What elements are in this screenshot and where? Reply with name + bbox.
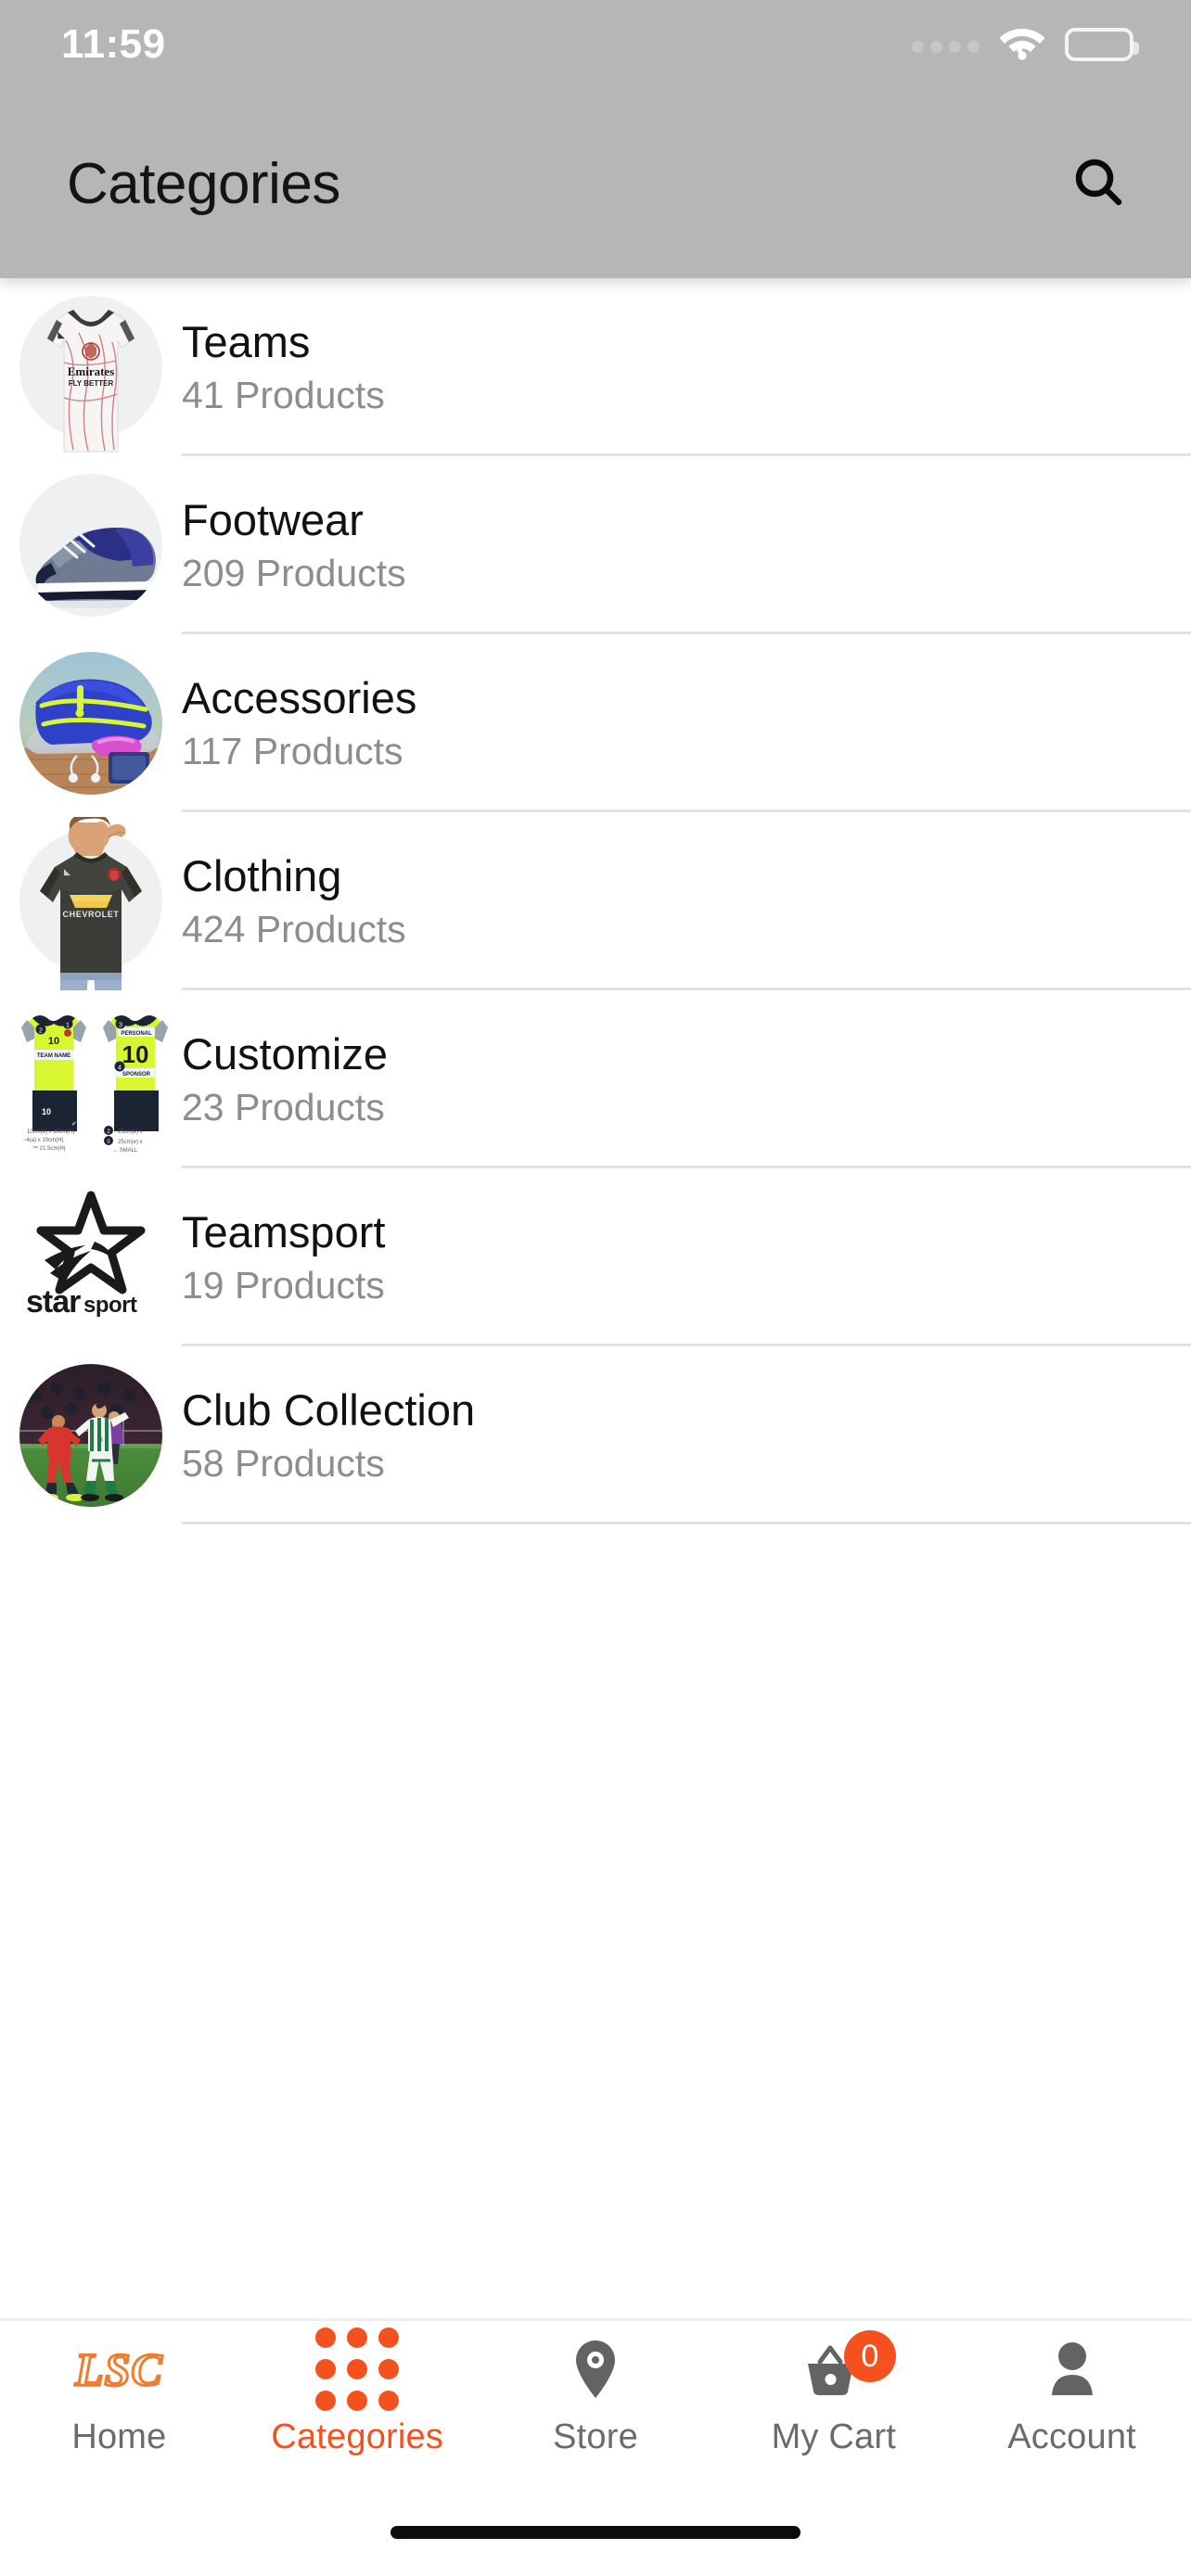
svg-text:◣: ◣ <box>58 330 66 339</box>
status-bar-clock: 11:59 <box>61 21 166 67</box>
category-product-count: 23 Products <box>182 1086 385 1129</box>
svg-text:8: 8 <box>99 1437 103 1444</box>
category-thumbnail <box>0 634 182 812</box>
tab-home[interactable]: LSC Home <box>0 2334 238 2484</box>
person-icon <box>1045 2334 1099 2404</box>
category-title: Customize <box>182 1028 389 1078</box>
list-divider <box>182 1522 1191 1524</box>
svg-text:→ SMALL: → SMALL <box>112 1148 138 1154</box>
list-item-text: Teams 41 Products <box>182 316 1191 417</box>
battery-icon <box>1065 28 1139 61</box>
category-thumbnail: 10 TEAM NAME 10 2 1 ✔ PERSONAL 10 SPONSO… <box>0 990 182 1168</box>
search-icon <box>1071 155 1125 213</box>
category-title: Footwear <box>182 494 364 544</box>
category-thumbnail: Emirates FLY BETTER ◣ <box>0 278 182 456</box>
category-thumbnail <box>0 456 182 634</box>
category-thumbnail: CHEVROLET ◣ <box>0 812 182 999</box>
category-thumbnail: star sport <box>0 1168 182 1346</box>
grid-dots-icon <box>315 2327 400 2411</box>
category-list: Emirates FLY BETTER ◣ Teams 41 Products <box>0 278 1191 1524</box>
shopping-basket-icon: 0 <box>801 2330 896 2404</box>
tab-account-label: Account <box>1007 2417 1136 2456</box>
svg-text:~4(a) x 10cm(H): ~4(a) x 10cm(H) <box>23 1138 64 1143</box>
status-bar: 11:59 <box>0 0 1191 89</box>
list-item-text: Teamsport 19 Products <box>182 1206 1191 1307</box>
category-title: Club Collection <box>182 1384 476 1435</box>
tab-store[interactable]: Store <box>477 2334 715 2484</box>
lsc-logo-text: LSC <box>74 2342 164 2397</box>
list-item[interactable]: 10 TEAM NAME 10 2 1 ✔ PERSONAL 10 SPONSO… <box>0 990 1191 1168</box>
svg-text:Emirates: Emirates <box>68 364 115 378</box>
list-item[interactable]: Accessories 117 Products <box>0 634 1191 812</box>
category-title: Teamsport <box>182 1206 386 1256</box>
page-title: Categories <box>67 151 340 216</box>
list-item-text: Footwear 209 Products <box>182 494 1191 595</box>
tab-home-label: Home <box>71 2417 167 2456</box>
svg-text:◣: ◣ <box>64 867 70 876</box>
svg-text:sport: sport <box>83 1293 137 1318</box>
lsc-logo-icon: LSC <box>74 2334 164 2404</box>
category-product-count: 209 Products <box>182 552 406 595</box>
svg-text:4: 4 <box>118 1065 122 1072</box>
chevrolet-dark-jersey-image: CHEVROLET ◣ <box>19 817 162 999</box>
category-product-count: 424 Products <box>182 908 406 951</box>
svg-text:✔: ✔ <box>71 1121 77 1128</box>
tab-categories-label: Categories <box>271 2417 444 2456</box>
list-item[interactable]: Footwear 209 Products <box>0 456 1191 634</box>
category-product-count: 41 Products <box>182 374 385 417</box>
neon-custom-kits-image: 10 TEAM NAME 10 2 1 ✔ PERSONAL 10 SPONSO… <box>3 998 179 1161</box>
tab-account[interactable]: Account <box>953 2334 1191 2484</box>
list-item-text: Accessories 117 Products <box>182 672 1191 773</box>
svg-text:10: 10 <box>122 1040 149 1068</box>
svg-text:CHEVROLET: CHEVROLET <box>63 910 120 919</box>
category-title: Accessories <box>182 672 417 722</box>
list-item[interactable]: Emirates FLY BETTER ◣ Teams 41 Products <box>0 278 1191 456</box>
svg-text:™ 21.5cm(H): ™ 21.5cm(H) <box>32 1145 66 1152</box>
svg-text:10cm(e) x 10cm(H): 10cm(e) x 10cm(H) <box>27 1129 74 1135</box>
location-pin-icon <box>572 2334 619 2404</box>
svg-text:10: 10 <box>48 1036 59 1047</box>
svg-text:2: 2 <box>39 1028 43 1035</box>
svg-text:FLY BETTER: FLY BETTER <box>69 379 114 388</box>
svg-text:3: 3 <box>119 1023 122 1029</box>
svg-text:10: 10 <box>42 1107 51 1116</box>
tab-categories[interactable]: Categories <box>238 2327 477 2484</box>
starsport-logo-image: star sport <box>17 1186 165 1329</box>
svg-text:25cm(e) x: 25cm(e) x <box>118 1140 143 1145</box>
svg-text:1: 1 <box>66 1023 70 1029</box>
svg-text:SPONSOR: SPONSOR <box>122 1072 151 1078</box>
app-header: 11:59 Categories <box>0 0 1191 278</box>
svg-text:25cm(e) x: 25cm(e) x <box>118 1129 143 1135</box>
header-nav-bar: Categories <box>0 89 1191 278</box>
status-bar-indicators <box>912 25 1139 65</box>
category-product-count: 58 Products <box>182 1442 385 1486</box>
svg-text:PERSONAL: PERSONAL <box>121 1031 152 1037</box>
search-button[interactable] <box>1054 139 1143 228</box>
blue-waist-bag-image <box>19 652 162 795</box>
list-item[interactable]: 8 Club Collection 58 Products <box>0 1346 1191 1524</box>
list-item[interactable]: CHEVROLET ◣ Clothing 424 Products <box>0 812 1191 999</box>
tab-my-cart-label: My Cart <box>771 2417 896 2456</box>
arsenal-white-jersey-image: Emirates FLY BETTER ◣ <box>19 296 162 453</box>
category-thumbnail: 8 <box>0 1346 182 1524</box>
tab-store-label: Store <box>553 2417 638 2456</box>
svg-text:TEAM NAME: TEAM NAME <box>37 1053 70 1059</box>
navy-running-shoe-image <box>19 474 162 617</box>
list-item-text: Clothing 424 Products <box>182 850 1191 951</box>
list-item[interactable]: star sport Teamsport 19 Products <box>0 1168 1191 1346</box>
soccer-match-photo-image: 8 <box>19 1364 162 1507</box>
cart-count-badge: 0 <box>843 2330 896 2382</box>
home-indicator <box>391 2526 800 2539</box>
category-title: Clothing <box>182 850 342 900</box>
category-title: Teams <box>182 316 311 366</box>
bottom-tab-bar: LSC Home Categories Store 0 My Cart Acco… <box>0 2318 1191 2576</box>
svg-text:star: star <box>26 1284 81 1320</box>
list-item-text: Customize 23 Products <box>182 1028 1191 1129</box>
wifi-icon <box>998 25 1046 65</box>
signal-dots-icon <box>912 40 980 53</box>
list-item-text: Club Collection 58 Products <box>182 1384 1191 1486</box>
tab-my-cart[interactable]: 0 My Cart <box>714 2330 953 2484</box>
category-product-count: 117 Products <box>182 730 403 773</box>
category-product-count: 19 Products <box>182 1264 385 1307</box>
